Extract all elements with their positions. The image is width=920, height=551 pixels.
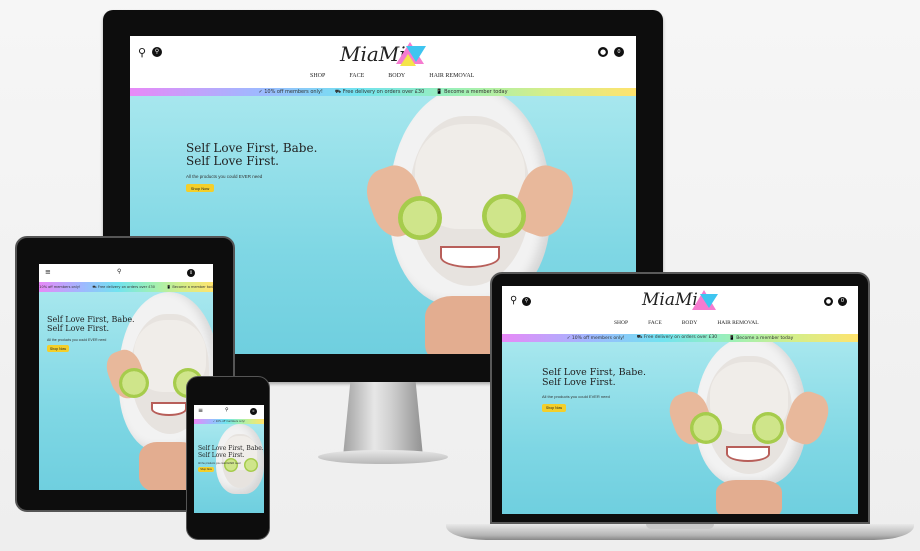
responsive-mockup: ⚲ ⚲ MiaMia ● 0 SHOP FACE BODY HAIR REMOV… xyxy=(0,0,920,551)
cart-icon[interactable]: 0 xyxy=(250,408,257,415)
main-nav: SHOP FACE BODY HAIR REMOVAL xyxy=(614,320,759,326)
hero-title-line-2: Self Love First. xyxy=(542,377,616,389)
announcement-join[interactable]: 📱 Become a member today xyxy=(729,336,793,341)
announcement-join[interactable]: 📱 Become a member today xyxy=(436,89,507,95)
announcement-delivery: ⛟ Free delivery on orders over £30 xyxy=(92,284,155,289)
hero-subtitle: All the products you could EVER need xyxy=(186,174,263,179)
announcement-join[interactable]: 📱 Become a member today xyxy=(167,285,213,289)
user-icon[interactable]: ● xyxy=(598,47,608,57)
hamburger-menu-icon[interactable]: ≡ xyxy=(45,269,51,276)
hero-banner: Self Love First, Babe. Self Love First. … xyxy=(194,424,264,513)
announcement-bar: ✓ 10% off members only! ⛟ Free delivery … xyxy=(130,88,636,96)
shop-now-button[interactable]: Shop Now xyxy=(542,404,566,412)
phone-screen: ≡ ⚲ 0 ✓ 10% off members only! Self Love … xyxy=(194,405,264,513)
hero-title: Self Love First, Babe. Self Love First. xyxy=(198,445,264,459)
announcement-members: ✓ 10% off members only! xyxy=(212,420,246,423)
hero-subtitle: All the products you could EVER need xyxy=(542,394,610,399)
hero-banner: Self Love First, Babe. Self Love First. … xyxy=(502,342,858,514)
announcement-members: ✓ 10% off members only! xyxy=(258,89,323,95)
hero-title: Self Love First, Babe. Self Love First. xyxy=(186,141,317,169)
hero-subtitle: All the products you could EVER need xyxy=(47,338,107,342)
logo-triangle-yellow xyxy=(400,54,416,66)
shop-now-button[interactable]: Shop Now xyxy=(186,184,214,192)
logo-triangle-blue xyxy=(700,294,718,308)
nav-shop[interactable]: SHOP xyxy=(614,320,628,326)
announcement-delivery: ⛟ Free delivery on orders over £30 xyxy=(636,335,718,340)
announcement-delivery: ⛟ Free delivery on orders over £30 xyxy=(334,88,425,95)
tablet-header: ≡ ⚲ 0 xyxy=(39,264,213,282)
nav-face[interactable]: FACE xyxy=(349,73,364,79)
hero-title-line-2: Self Love First. xyxy=(186,154,279,169)
search-icon[interactable]: ⚲ xyxy=(152,47,162,57)
nav-shop[interactable]: SHOP xyxy=(310,73,325,79)
monitor-stand xyxy=(318,382,448,474)
search-icon[interactable]: ⚲ xyxy=(117,269,121,275)
hero-title-line-2: Self Love First. xyxy=(47,323,109,333)
user-icon[interactable]: ● xyxy=(824,297,833,306)
nav-body[interactable]: BODY xyxy=(682,320,698,326)
nav-face[interactable]: FACE xyxy=(648,320,662,326)
hamburger-menu-icon[interactable]: ≡ xyxy=(198,408,203,414)
hero-image xyxy=(208,424,264,513)
laptop: ⚲ ⚲ MiaMia ● 0 SHOP FACE BODY HAIR REMOV… xyxy=(490,272,870,524)
laptop-base xyxy=(446,524,914,540)
map-pin-icon[interactable]: ⚲ xyxy=(138,47,146,58)
phone: ≡ ⚲ 0 ✓ 10% off members only! Self Love … xyxy=(186,376,270,540)
site-logo[interactable]: MiaMia xyxy=(340,40,430,70)
shop-now-button[interactable]: Shop Now xyxy=(198,467,214,472)
main-nav: SHOP FACE BODY HAIR REMOVAL xyxy=(310,73,474,79)
cart-icon[interactable]: 0 xyxy=(187,269,195,277)
search-icon[interactable]: ⚲ xyxy=(225,408,229,413)
announcement-bar: ✓ 10% off members only! ⛟ Free delivery … xyxy=(39,282,213,292)
cart-icon[interactable]: 0 xyxy=(614,47,624,57)
map-pin-icon[interactable]: ⚲ xyxy=(510,296,517,306)
hero-title: Self Love First, Babe. Self Love First. xyxy=(47,315,135,334)
nav-hair-removal[interactable]: HAIR REMOVAL xyxy=(717,320,758,326)
hero-title-line-2: Self Love First. xyxy=(198,451,245,459)
hero-title: Self Love First, Babe. Self Love First. xyxy=(542,367,646,389)
site-logo[interactable]: MiaMia xyxy=(642,288,722,316)
laptop-screen: ⚲ ⚲ MiaMia ● 0 SHOP FACE BODY HAIR REMOV… xyxy=(502,286,858,514)
phone-header: ≡ ⚲ 0 xyxy=(194,405,264,419)
nav-hair-removal[interactable]: HAIR REMOVAL xyxy=(429,73,474,79)
search-icon[interactable]: ⚲ xyxy=(522,297,531,306)
announcement-bar: ✓ 10% off members only! ⛟ Free delivery … xyxy=(502,334,858,342)
nav-body[interactable]: BODY xyxy=(388,73,405,79)
hero-subtitle: All the products you could EVER need xyxy=(198,462,241,465)
announcement-members: ✓ 10% off members only! xyxy=(39,285,81,289)
hero-image xyxy=(642,342,858,514)
laptop-header: ⚲ ⚲ MiaMia ● 0 SHOP FACE BODY HAIR REMOV… xyxy=(502,286,858,334)
site-header: ⚲ ⚲ MiaMia ● 0 SHOP FACE BODY HAIR REMOV… xyxy=(130,36,636,88)
shop-now-button[interactable]: Shop Now xyxy=(47,345,69,352)
announcement-members: ✓ 10% off members only! xyxy=(566,335,625,341)
cart-icon[interactable]: 0 xyxy=(838,297,847,306)
